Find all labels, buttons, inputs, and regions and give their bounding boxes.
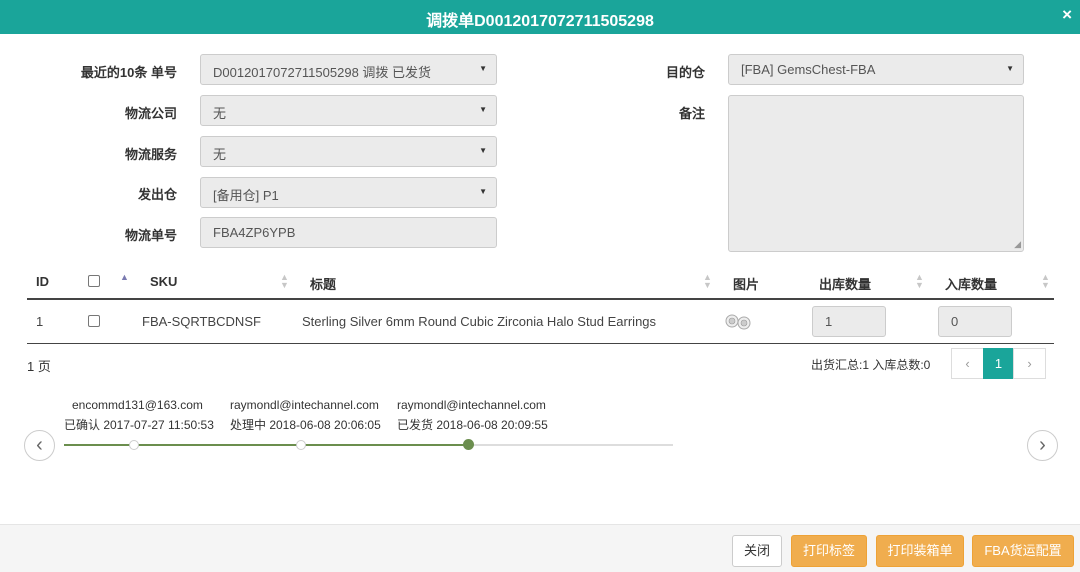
note-textarea[interactable]: ◢ (728, 95, 1024, 252)
select-all-checkbox[interactable] (88, 275, 100, 287)
chevron-down-icon: ▼ (1006, 64, 1014, 73)
dest-warehouse-select[interactable]: [FBA] GemsChest-FBA ▼ (728, 54, 1024, 85)
service-select[interactable]: 无 ▼ (200, 136, 497, 167)
page-count: 1 页 (27, 359, 51, 374)
chevron-right-icon: › (1039, 434, 1046, 456)
timeline-prev-button[interactable]: ‹ (24, 430, 55, 461)
chevron-down-icon: ▼ (479, 105, 487, 114)
tracking-value: FBA4ZP6YPB (213, 225, 296, 240)
page-1-button[interactable]: 1 (983, 348, 1014, 379)
service-value: 无 (213, 147, 227, 162)
recent-orders-label: 最近的10条 单号 (80, 65, 177, 80)
carrier-select[interactable]: 无 ▼ (200, 95, 497, 126)
dest-warehouse-value: [FBA] GemsChest-FBA (741, 62, 876, 77)
col-out-qty[interactable]: 出库数量 (819, 274, 871, 293)
col-image: 图片 (733, 277, 760, 292)
shipment-summary: 出货汇总:1 入库总数:0 (811, 358, 931, 372)
timeline-status: 处理中 2018-06-08 20:06:05 (230, 418, 381, 432)
sort-icon[interactable]: ▲ ▼ (1041, 273, 1050, 290)
from-warehouse-label: 发出仓 (137, 187, 177, 202)
row-id: 1 (36, 314, 44, 329)
sort-icon[interactable]: ▲ ▼ (915, 273, 924, 290)
row-sku: FBA-SQRTBCDNSF (142, 314, 261, 329)
close-icon[interactable]: × (1062, 5, 1072, 25)
timeline-dot (129, 440, 139, 450)
timeline-user: raymondl@intechannel.com (397, 398, 546, 412)
timeline-progress (64, 444, 469, 446)
print-label-button[interactable]: 打印标签 (791, 535, 867, 567)
sort-asc-icon[interactable]: ▲ (120, 273, 129, 282)
in-qty-input[interactable]: 0 (938, 306, 1012, 337)
modal-header: 调拨单D0012017072711505298 × (0, 0, 1080, 34)
out-qty-input[interactable]: 1 (812, 306, 886, 337)
modal-title: 调拨单D0012017072711505298 (426, 13, 654, 30)
chevron-down-icon: ▼ (479, 146, 487, 155)
print-packing-list-button[interactable]: 打印装箱单 (876, 535, 964, 567)
recent-orders-select[interactable]: D0012017072711505298 调拨 已发货 ▼ (200, 54, 497, 85)
col-title[interactable]: 标题 (310, 274, 336, 293)
chevron-down-icon: ▼ (479, 187, 487, 196)
resize-grip-icon[interactable]: ◢ (1014, 239, 1021, 250)
timeline-status: 已发货 2018-06-08 20:09:55 (397, 418, 548, 432)
row-title: Sterling Silver 6mm Round Cubic Zirconia… (302, 314, 657, 329)
from-warehouse-select[interactable]: [备用仓] P1 ▼ (200, 177, 497, 208)
carrier-value: 无 (213, 106, 227, 121)
chevron-left-icon: ‹ (36, 434, 43, 456)
dest-warehouse-label: 目的仓 (665, 65, 705, 80)
col-id[interactable]: ID (36, 274, 49, 289)
sort-icon[interactable]: ▲ ▼ (280, 273, 289, 290)
service-label: 物流服务 (124, 147, 177, 162)
timeline-status: 已确认 2017-07-27 11:50:53 (64, 418, 214, 432)
timeline-next-button[interactable]: › (1027, 430, 1058, 461)
product-thumbnail[interactable] (724, 313, 752, 331)
tracking-input[interactable]: FBA4ZP6YPB (200, 217, 497, 248)
next-page-button[interactable]: › (1013, 348, 1046, 379)
timeline-dot-active (463, 439, 474, 450)
col-sku[interactable]: SKU (150, 274, 177, 289)
recent-orders-value: D0012017072711505298 调拨 已发货 (213, 65, 432, 80)
close-button[interactable]: 关闭 (732, 535, 782, 567)
col-in-qty[interactable]: 入库数量 (945, 274, 997, 293)
timeline-dot (296, 440, 306, 450)
prev-page-button[interactable]: ‹ (951, 348, 984, 379)
carrier-label: 物流公司 (124, 106, 177, 121)
chevron-down-icon: ▼ (479, 64, 487, 73)
table-row: 1 FBA-SQRTBCDNSF Sterling Silver 6mm Rou… (27, 300, 1054, 344)
note-label: 备注 (678, 106, 705, 121)
sort-icon[interactable]: ▲ ▼ (703, 273, 712, 290)
tracking-label: 物流单号 (124, 228, 177, 243)
timeline-user: raymondl@intechannel.com (230, 398, 379, 412)
timeline-user: encommd131@163.com (72, 398, 203, 412)
fba-shipping-config-button[interactable]: FBA货运配置 (972, 535, 1074, 567)
table-header: ID ▲ SKU ▲ ▼ 标题 ▲ ▼ 图片 出库数量 ▲ ▼ 入库数量 ▲ ▼ (27, 266, 1054, 300)
from-warehouse-value: [备用仓] P1 (213, 188, 279, 203)
row-checkbox[interactable] (88, 315, 100, 327)
